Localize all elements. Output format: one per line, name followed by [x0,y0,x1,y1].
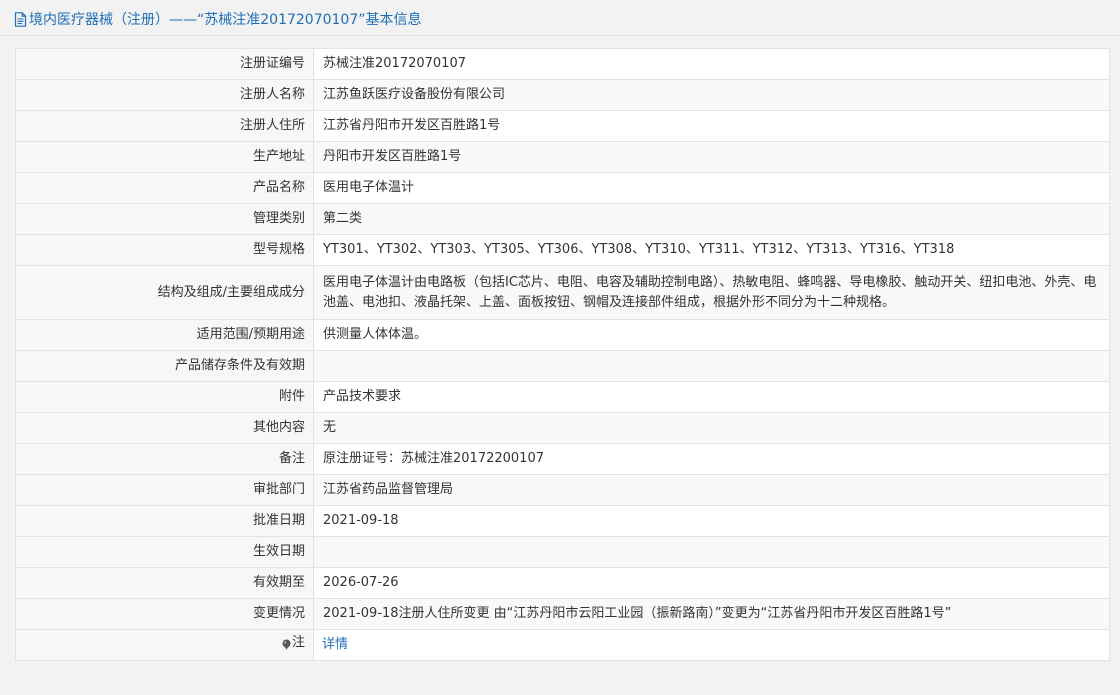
field-value-cell: 江苏省药品监督管理局 [313,474,1110,506]
field-label: 变更情况 [15,598,314,630]
field-value-cell [313,536,1110,568]
field-value-cell: 第二类 [313,203,1110,235]
table-row: 注册人名称 江苏鱼跃医疗设备股份有限公司 [15,79,1110,111]
field-value-cell: 2021-09-18 [313,505,1110,537]
field-value: 医用电子体温计 [323,180,415,195]
field-label: 附件 [15,381,314,413]
table-row: 备注 原注册证号：苏械注准20172200107 [15,443,1110,475]
field-value: 2021-09-18 [323,513,399,528]
field-value: 苏械注准20172070107 [323,56,466,71]
field-label: 型号规格 [15,234,314,266]
pin-icon [282,637,291,651]
table-row: 审批部门 江苏省药品监督管理局 [15,474,1110,506]
field-label: 备注 [15,443,314,475]
field-value: 江苏省丹阳市开发区百胜路1号 [323,118,501,133]
page-title: 境内医疗器械（注册）——“苏械注准20172070107”基本信息 [29,12,422,28]
field-label: 审批部门 [15,474,314,506]
field-value-cell: 苏械注准20172070107 [313,48,1110,80]
field-label: 批准日期 [15,505,314,537]
table-row: 注册人住所 江苏省丹阳市开发区百胜路1号 [15,110,1110,142]
field-value-cell: YT301、YT302、YT303、YT305、YT306、YT308、YT31… [313,234,1110,266]
field-value: YT301、YT302、YT303、YT305、YT306、YT308、YT31… [323,242,955,257]
field-label: 产品储存条件及有效期 [15,350,314,382]
field-label: 产品名称 [15,172,314,204]
field-value-cell: 无 [313,412,1110,444]
page-header: 境内医疗器械（注册）——“苏械注准20172070107”基本信息 [0,0,1120,36]
field-value-cell: 江苏鱼跃医疗设备股份有限公司 [313,79,1110,111]
field-value: 供测量人体体温。 [323,327,428,342]
field-value-cell: 丹阳市开发区百胜路1号 [313,141,1110,173]
field-value: 产品技术要求 [323,389,402,404]
table-row: 管理类别 第二类 [15,203,1110,235]
table-row: 注册证编号 苏械注准20172070107 [15,48,1110,80]
field-label: 生效日期 [15,536,314,568]
document-icon [14,11,27,27]
field-value-cell: 医用电子体温计 [313,172,1110,204]
note-label-wrap: 注 [282,633,305,653]
table-row: 变更情况 2021-09-18注册人住所变更 由“江苏丹阳市云阳工业园（振新路南）… [15,598,1110,630]
field-label: 注册证编号 [15,48,314,80]
field-value: 丹阳市开发区百胜路1号 [323,149,462,164]
field-value: 2026-07-26 [323,575,399,590]
field-label: 注册人住所 [15,110,314,142]
table-row: 产品储存条件及有效期 [15,350,1110,382]
table-row: 型号规格 YT301、YT302、YT303、YT305、YT306、YT308、… [15,234,1110,266]
field-value-cell: 2026-07-26 [313,567,1110,599]
field-label: 管理类别 [15,203,314,235]
table-row-note: 注 详情 [15,629,1110,661]
table-row: 有效期至 2026-07-26 [15,567,1110,599]
table-row: 附件 产品技术要求 [15,381,1110,413]
field-value: 原注册证号：苏械注准20172200107 [323,451,544,466]
field-label: 结构及组成/主要组成成分 [15,265,314,320]
field-value: 第二类 [323,211,363,226]
note-value-cell: 详情 [313,629,1110,661]
note-label: 注 [291,634,305,650]
table-row: 批准日期 2021-09-18 [15,505,1110,537]
table-row: 生产地址 丹阳市开发区百胜路1号 [15,141,1110,173]
field-value-cell: 江苏省丹阳市开发区百胜路1号 [313,110,1110,142]
field-value-cell: 2021-09-18注册人住所变更 由“江苏丹阳市云阳工业园（振新路南）”变更为… [313,598,1110,630]
field-label: 适用范围/预期用途 [15,319,314,351]
field-value-cell: 产品技术要求 [313,381,1110,413]
field-value: 无 [323,420,337,435]
field-label: 其他内容 [15,412,314,444]
registration-detail-table: 注册证编号 苏械注准20172070107 注册人名称 江苏鱼跃医疗设备股份有限公司注… [15,48,1110,661]
field-value-cell: 供测量人体体温。 [313,319,1110,351]
field-label: 生产地址 [15,141,314,173]
table-row: 其他内容无 [15,412,1110,444]
page-title-wrap: 境内医疗器械（注册）——“苏械注准20172070107”基本信息 [14,9,421,29]
field-value-cell: 原注册证号：苏械注准20172200107 [313,443,1110,475]
table-row: 产品名称 医用电子体温计 [15,172,1110,204]
table-body: 注册证编号 苏械注准20172070107 注册人名称 江苏鱼跃医疗设备股份有限公司注… [15,48,1110,661]
table-row: 生效日期 [15,536,1110,568]
table-row: 适用范围/预期用途 供测量人体体温。 [15,319,1110,351]
bottom-strip [0,690,1120,695]
field-value-cell: 医用电子体温计由电路板（包括IC芯片、电阻、电容及辅助控制电路）、热敏电阻、蜂鸣… [313,265,1110,320]
field-label: 有效期至 [15,567,314,599]
details-link[interactable]: 详情 [322,637,348,652]
field-value-cell [313,350,1110,382]
field-value: 医用电子体温计由电路板（包括IC芯片、电阻、电容及辅助控制电路）、热敏电阻、蜂鸣… [323,274,1097,310]
field-label: 注册人名称 [15,79,314,111]
field-value: 2021-09-18注册人住所变更 由“江苏丹阳市云阳工业园（振新路南）”变更为… [323,606,952,621]
field-value: 江苏鱼跃医疗设备股份有限公司 [323,87,506,102]
table-row: 结构及组成/主要组成成分 医用电子体温计由电路板（包括IC芯片、电阻、电容及辅助控… [15,265,1110,320]
field-value: 江苏省药品监督管理局 [323,482,454,497]
note-label-cell: 注 [15,629,314,661]
